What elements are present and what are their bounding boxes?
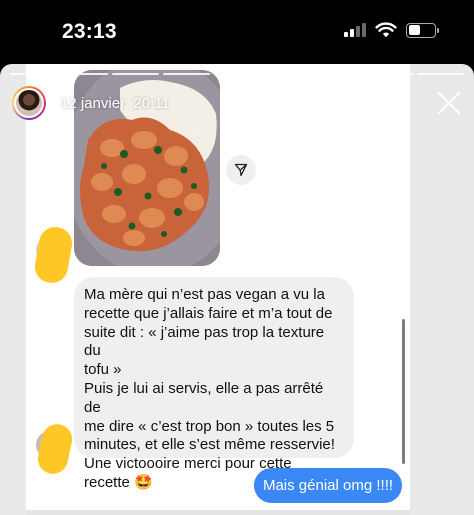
redaction-mark xyxy=(32,224,75,286)
message-line: recette que j’allais faire et m’a tout d… xyxy=(84,304,333,322)
status-bar: 23:13 xyxy=(0,0,474,64)
sent-message: Mais génial omg !!!! xyxy=(254,468,402,503)
chat-screenshot: Ma mère qui n’est pas vegan a vu la rece… xyxy=(26,64,410,515)
avatar[interactable] xyxy=(12,86,46,120)
scrollbar[interactable] xyxy=(402,319,405,464)
message-line: tofu » xyxy=(84,361,122,379)
story-header: 12 janvier 20:11 xyxy=(12,86,170,120)
close-button[interactable] xyxy=(436,90,462,116)
message-line: Ma mère qui n’est pas vegan a vu la xyxy=(84,286,325,303)
message-line: minutes, et elle s’est même resservie! xyxy=(84,436,335,454)
story-time: 20:11 xyxy=(133,94,170,112)
message-line: suite dit : « j’aime pas trop la texture… xyxy=(84,323,329,360)
signal-icon xyxy=(344,23,366,37)
divider xyxy=(26,510,410,515)
story-date: 12 janvier xyxy=(60,94,126,112)
close-icon xyxy=(437,91,461,115)
sent-message-text: Mais génial omg !!!! xyxy=(262,477,394,494)
story-timestamp: 12 janvier 20:11 xyxy=(60,95,170,112)
status-time: 23:13 xyxy=(62,20,117,43)
message-line: me dire « c’est trop bon » toutes les 5 xyxy=(84,417,335,435)
redaction-mark xyxy=(35,421,75,477)
story-progress xyxy=(10,73,465,75)
share-button[interactable] xyxy=(226,155,256,185)
status-icons xyxy=(344,22,439,38)
message-line: Puis je lui ai servis, elle a pas arrêté… xyxy=(84,379,328,416)
received-message: Ma mère qui n’est pas vegan a vu la rece… xyxy=(74,277,354,491)
battery-icon xyxy=(406,22,439,38)
story-viewer: Ma mère qui n’est pas vegan a vu la rece… xyxy=(0,64,474,515)
send-icon xyxy=(234,163,248,177)
wifi-icon xyxy=(375,22,397,38)
